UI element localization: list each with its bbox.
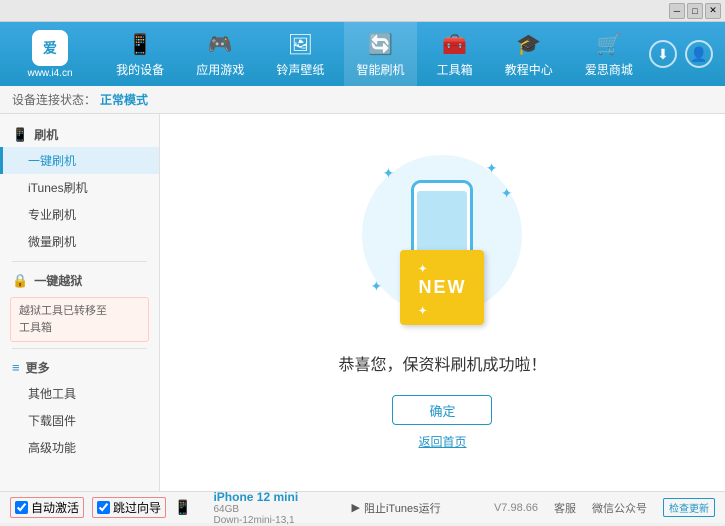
download-btn[interactable]: ⬇	[649, 40, 677, 68]
auto-start-label: 自动激活	[31, 499, 79, 516]
sidebar-item-micro-flash[interactable]: 微量刷机	[0, 228, 159, 255]
status-label: 设备连接状态：	[12, 91, 96, 108]
device-storage: 64GB	[213, 504, 298, 515]
nav-right: ⬇ 👤	[649, 40, 725, 68]
skip-wizard-input[interactable]	[97, 501, 110, 514]
minimize-btn[interactable]: ─	[669, 3, 685, 19]
device-model: Down-12mini-13,1	[213, 515, 298, 526]
check-update-btn[interactable]: 检查更新	[663, 498, 715, 517]
more-section-icon: ≡	[12, 360, 20, 375]
toolbox-icon: 🧰	[441, 31, 469, 59]
sidebar-divider-2	[12, 348, 147, 349]
sidebar-item-download-firmware[interactable]: 下载固件	[0, 407, 159, 434]
nav-smart-shop[interactable]: 🔄 智能刷机	[344, 22, 416, 86]
device-bottom-icon: 📱	[174, 499, 191, 516]
sidebar-section-jailbreak: 🔒 一键越狱 越狱工具已转移至工具箱	[0, 268, 159, 342]
confirm-button[interactable]: 确定	[392, 395, 492, 425]
title-bar: ─ □ ✕	[0, 0, 725, 22]
sidebar-section-more: ≡ 更多 其他工具 下载固件 高级功能	[0, 355, 159, 461]
shop-icon: 🛒	[595, 31, 623, 59]
sidebar-item-one-click-flash[interactable]: 一键刷机	[0, 147, 159, 174]
skip-wizard-label: 跳过向导	[113, 499, 161, 516]
smart-shop-icon: 🔄	[366, 31, 394, 59]
itunes-status[interactable]: 阻止iTunes运行	[364, 500, 441, 516]
content-area: ✦ ✦ ✦ ✦ NEW 恭喜您，保资料刷机成功啦！ 确定 返回首页	[160, 114, 725, 491]
logo-icon: 爱	[32, 30, 68, 66]
itunes-icon: ▶	[352, 501, 360, 514]
wallpaper-icon: 🖼	[286, 31, 314, 59]
sidebar: 📱 刷机 一键刷机 iTunes刷机 专业刷机 微量刷机 🔒 一键越狱 越狱工具…	[0, 114, 160, 491]
success-container: ✦ ✦ ✦ ✦ NEW 恭喜您，保资料刷机成功啦！ 确定 返回首页	[338, 155, 546, 450]
device-info: iPhone 12 mini 64GB Down-12mini-13,1	[213, 490, 298, 526]
tutorial-icon: 🎓	[515, 31, 543, 59]
wechat-link[interactable]: 微信公众号	[592, 500, 647, 516]
status-value: 正常模式	[100, 91, 148, 108]
sidebar-item-pro-flash[interactable]: 专业刷机	[0, 201, 159, 228]
nav-wallpaper[interactable]: 🖼 铃声壁纸	[264, 22, 336, 86]
close-btn[interactable]: ✕	[705, 3, 721, 19]
sidebar-divider-1	[12, 261, 147, 262]
sidebar-section-more-header: ≡ 更多	[0, 355, 159, 380]
logo-subtitle: www.i4.cn	[27, 68, 72, 79]
sidebar-jailbreak-notice: 越狱工具已转移至工具箱	[10, 297, 149, 342]
user-btn[interactable]: 👤	[685, 40, 713, 68]
sparkle-4: ✦	[370, 278, 382, 295]
back-link[interactable]: 返回首页	[418, 433, 466, 450]
nav-toolbox[interactable]: 🧰 工具箱	[425, 22, 485, 86]
bottom-left: 自动激活 跳过向导 📱 iPhone 12 mini 64GB Down-12m…	[10, 490, 298, 526]
nav-tutorial[interactable]: 🎓 教程中心	[493, 22, 565, 86]
bottom-bar: 自动激活 跳过向导 📱 iPhone 12 mini 64GB Down-12m…	[0, 491, 725, 523]
nav-apps-games[interactable]: 🎮 应用游戏	[184, 22, 256, 86]
new-badge: NEW	[400, 250, 484, 325]
sidebar-section-jailbreak-header: 🔒 一键越狱	[0, 268, 159, 293]
logo[interactable]: 爱 www.i4.cn	[0, 26, 100, 83]
sidebar-item-itunes-flash[interactable]: iTunes刷机	[0, 174, 159, 201]
sidebar-item-advanced[interactable]: 高级功能	[0, 434, 159, 461]
status-bar: 设备连接状态： 正常模式	[0, 86, 725, 114]
auto-start-checkbox[interactable]: 自动激活	[10, 497, 84, 518]
bottom-center: ▶ 阻止iTunes运行	[352, 500, 441, 516]
nav-my-device[interactable]: 📱 我的设备	[104, 22, 176, 86]
sparkle-3: ✦	[501, 185, 513, 202]
flash-section-icon: 📱	[12, 127, 28, 143]
sparkle-2: ✦	[486, 160, 498, 177]
device-icon: 📱	[126, 31, 154, 59]
version-text: V7.98.66	[494, 502, 538, 514]
sidebar-section-flash-header: 📱 刷机	[0, 122, 159, 147]
jailbreak-section-icon: 🔒	[12, 273, 28, 289]
apps-icon: 🎮	[206, 31, 234, 59]
success-title: 恭喜您，保资料刷机成功啦！	[338, 351, 546, 375]
phone-illustration: ✦ ✦ ✦ ✦ NEW	[362, 155, 522, 335]
support-link[interactable]: 客服	[554, 500, 576, 516]
nav-items: 📱 我的设备 🎮 应用游戏 🖼 铃声壁纸 🔄 智能刷机 🧰 工具箱 🎓 教程中心…	[100, 22, 649, 86]
auto-start-input[interactable]	[15, 501, 28, 514]
maximize-btn[interactable]: □	[687, 3, 703, 19]
skip-wizard-checkbox[interactable]: 跳过向导	[92, 497, 166, 518]
sidebar-section-flash: 📱 刷机 一键刷机 iTunes刷机 专业刷机 微量刷机	[0, 122, 159, 255]
sparkle-1: ✦	[382, 165, 394, 182]
main: 📱 刷机 一键刷机 iTunes刷机 专业刷机 微量刷机 🔒 一键越狱 越狱工具…	[0, 114, 725, 491]
bottom-right: V7.98.66 客服 微信公众号 检查更新	[494, 498, 715, 517]
nav-shop[interactable]: 🛒 爱思商城	[573, 22, 645, 86]
sidebar-item-other-tools[interactable]: 其他工具	[0, 380, 159, 407]
header: 爱 www.i4.cn 📱 我的设备 🎮 应用游戏 🖼 铃声壁纸 🔄 智能刷机 …	[0, 22, 725, 86]
device-name: iPhone 12 mini	[213, 490, 298, 504]
